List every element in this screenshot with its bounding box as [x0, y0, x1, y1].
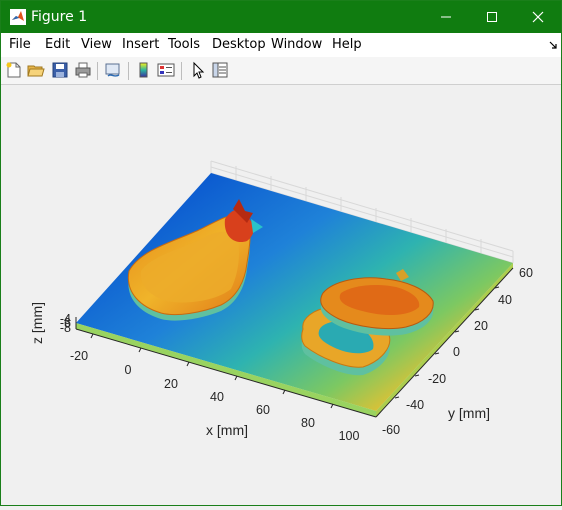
insert-colorbar-icon[interactable]	[135, 61, 153, 79]
y-tick-label: 0	[453, 345, 460, 359]
x-tick-label: 20	[164, 377, 178, 391]
close-icon	[532, 11, 544, 23]
insert-legend-icon[interactable]	[157, 61, 175, 79]
menu-edit[interactable]: Edit	[45, 37, 70, 52]
figure-canvas[interactable]: -4 -6 -8 z [mm] -20 0 20 40 60 80 100 x …	[1, 85, 561, 505]
menu-file[interactable]: File	[9, 37, 31, 52]
toolbar-separator	[97, 62, 98, 80]
title-bar[interactable]: Figure 1	[1, 1, 561, 33]
matlab-logo-icon	[10, 9, 26, 25]
link-plot-icon[interactable]	[104, 61, 122, 79]
surface-plot[interactable]: -4 -6 -8 z [mm] -20 0 20 40 60 80 100 x …	[1, 85, 561, 505]
y-tick-label: 20	[474, 319, 488, 333]
x-axis-label: x [mm]	[206, 422, 248, 438]
close-button[interactable]	[515, 1, 561, 33]
figure-window: Figure 1 File Edit View Insert Tools Des…	[0, 0, 562, 506]
minimize-button[interactable]	[423, 1, 469, 33]
new-figure-icon[interactable]	[5, 61, 23, 79]
edit-plot-icon[interactable]	[189, 61, 207, 79]
minimize-icon	[441, 16, 451, 18]
menu-window[interactable]: Window	[271, 37, 322, 52]
y-tick-label: 40	[498, 293, 512, 307]
y-axis-label: y [mm]	[448, 405, 490, 421]
z-tick-label: -8	[60, 321, 71, 335]
figure-toolbar	[1, 57, 561, 85]
toolbar-separator	[181, 62, 182, 80]
window-title: Figure 1	[31, 9, 88, 25]
open-file-icon[interactable]	[27, 61, 45, 79]
y-tick-label: -20	[428, 372, 446, 386]
menu-view[interactable]: View	[81, 37, 112, 52]
y-tick-label: -60	[382, 423, 400, 437]
y-tick-label: -40	[406, 398, 424, 412]
property-inspector-icon[interactable]	[211, 61, 229, 79]
menu-help[interactable]: Help	[332, 37, 362, 52]
toolbar-separator	[128, 62, 129, 80]
x-tick-label: -20	[70, 349, 88, 363]
print-icon[interactable]	[74, 61, 92, 79]
z-axis-label: z [mm]	[29, 302, 45, 344]
menu-tools[interactable]: Tools	[168, 37, 200, 52]
menu-bar: File Edit View Insert Tools Desktop Wind…	[1, 33, 561, 57]
x-tick-label: 60	[256, 403, 270, 417]
x-tick-label: 80	[301, 416, 315, 430]
menu-insert[interactable]: Insert	[122, 37, 159, 52]
maximize-icon	[487, 12, 497, 22]
save-icon[interactable]	[51, 61, 69, 79]
x-tick-label: 40	[210, 390, 224, 404]
menu-desktop[interactable]: Desktop	[212, 37, 266, 52]
x-tick-label: 100	[339, 429, 360, 443]
dock-arrow-icon[interactable]	[549, 41, 557, 49]
y-tick-label: 60	[519, 266, 533, 280]
x-tick-label: 0	[125, 363, 132, 377]
maximize-button[interactable]	[469, 1, 515, 33]
z-axis: -4 -6 -8 z [mm]	[29, 302, 77, 344]
